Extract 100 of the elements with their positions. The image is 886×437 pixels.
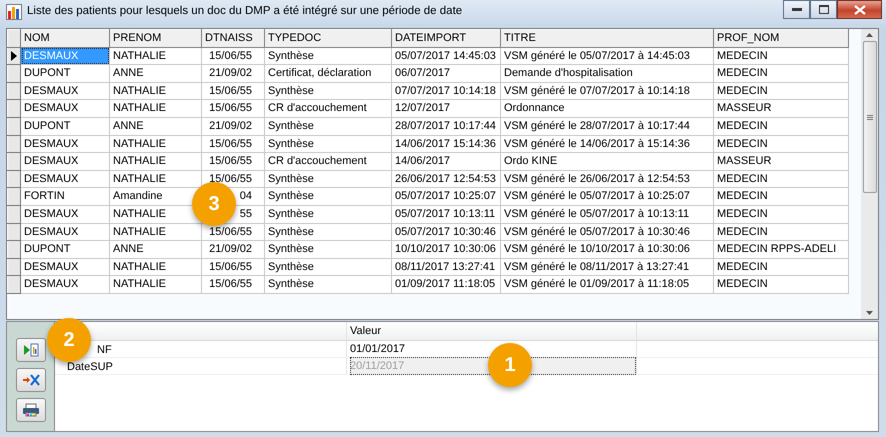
table-cell: MEDECIN bbox=[714, 276, 848, 294]
print-button[interactable] bbox=[16, 398, 46, 422]
window-title: Liste des patients pour lesquels un doc du DMP a été intégré sur une période de date bbox=[27, 4, 462, 20]
scroll-down-icon[interactable] bbox=[866, 311, 873, 315]
table-cell: VSM généré le 08/11/2017 à 13:27:41 bbox=[500, 258, 714, 276]
table-cell: Ordo KINE bbox=[500, 152, 714, 170]
table-cell: 05/07/2017 10:13:11 bbox=[392, 205, 500, 224]
table-cell: Ordonnance bbox=[500, 100, 714, 118]
column-header[interactable]: DTNAISS bbox=[202, 30, 264, 48]
table-cell: MASSEUR bbox=[714, 100, 848, 118]
table-cell: 07/07/2017 10:14:18 bbox=[392, 82, 500, 100]
table-cell: Demande d'hospitalisation bbox=[500, 64, 714, 82]
table-cell: DESMAUX bbox=[20, 258, 110, 276]
table-cell: MEDECIN bbox=[714, 223, 848, 241]
column-header[interactable]: DATEIMPORT bbox=[392, 30, 500, 48]
table-cell: MEDECIN bbox=[714, 64, 848, 82]
table-cell: MEDECIN RPPS-ADELI bbox=[714, 240, 848, 258]
table-cell: 15/06/55 bbox=[202, 47, 264, 65]
parameter-label: NF bbox=[96, 344, 112, 356]
table-cell: CR d'accouchement bbox=[264, 152, 392, 170]
table-cell: ANNE bbox=[110, 240, 202, 258]
table-cell: DUPONT bbox=[20, 117, 110, 136]
table-cell: MASSEUR bbox=[714, 152, 848, 170]
table-cell: MEDECIN bbox=[714, 258, 848, 276]
column-header[interactable]: PROF_NOM bbox=[714, 30, 848, 48]
table-cell: NATHALIE bbox=[110, 152, 202, 170]
table-cell: DESMAUX bbox=[20, 223, 110, 241]
table-cell: 06/07/2017 bbox=[392, 64, 500, 82]
table-cell: Synthèse bbox=[264, 205, 392, 224]
table-cell: 15/06/55 bbox=[202, 152, 264, 170]
table-cell: Synthèse bbox=[264, 223, 392, 241]
close-button[interactable] bbox=[837, 0, 882, 19]
table-cell: DESMAUX bbox=[20, 47, 110, 65]
table-cell: Synthèse bbox=[264, 240, 392, 258]
table-cell: DUPONT bbox=[20, 64, 110, 82]
app-icon bbox=[6, 4, 22, 20]
table-cell: FORTIN bbox=[20, 188, 110, 206]
table-cell: 21/09/02 bbox=[202, 117, 264, 136]
column-header[interactable]: TYPEDOC bbox=[264, 30, 392, 48]
table-cell: Synthèse bbox=[264, 188, 392, 206]
table-cell: NATHALIE bbox=[110, 100, 202, 118]
table-cell: 21/09/02 bbox=[202, 240, 264, 258]
value-field[interactable]: 01/01/2017 bbox=[350, 340, 406, 358]
table-cell: 15/06/55 bbox=[202, 135, 264, 153]
table-cell: 15/06/55 bbox=[202, 258, 264, 276]
table-cell: NATHALIE bbox=[110, 258, 202, 276]
arrow-cross-icon bbox=[22, 373, 40, 387]
table-cell: 15/06/55 bbox=[202, 100, 264, 118]
table-cell: DESMAUX bbox=[20, 100, 110, 118]
table-cell: 05/07/2017 10:25:07 bbox=[392, 188, 500, 206]
table-cell: MEDECIN bbox=[714, 47, 848, 65]
table-cell: DESMAUX bbox=[20, 276, 110, 294]
table-cell: VSM généré le 26/06/2017 à 12:54:53 bbox=[500, 170, 714, 188]
table-cell: VSM généré le 05/07/2017 à 10:30:46 bbox=[500, 223, 714, 241]
scroll-up-icon[interactable] bbox=[866, 33, 873, 37]
table-cell: Synthèse bbox=[264, 117, 392, 136]
minimize-button[interactable] bbox=[783, 0, 810, 19]
table-cell: NATHALIE bbox=[110, 276, 202, 294]
table-cell: MEDECIN bbox=[714, 135, 848, 153]
close-icon bbox=[854, 4, 866, 14]
table-cell: 12/07/2017 bbox=[392, 100, 500, 118]
table-cell: 15/06/55 bbox=[202, 223, 264, 241]
table-cell: NATHALIE bbox=[110, 47, 202, 65]
run-button[interactable] bbox=[16, 338, 46, 362]
column-header[interactable]: TITRE bbox=[500, 30, 714, 48]
table-cell: 26/06/2017 12:54:53 bbox=[392, 170, 500, 188]
table-cell: 14/06/2017 15:14:36 bbox=[392, 135, 500, 153]
table-cell: 28/07/2017 10:17:44 bbox=[392, 117, 500, 136]
column-header[interactable]: NOM bbox=[20, 30, 110, 48]
row-selector[interactable] bbox=[8, 47, 20, 65]
table-cell: CR d'accouchement bbox=[264, 100, 392, 118]
table-cell: 05/07/2017 14:45:03 bbox=[392, 47, 500, 65]
table-cell: 01/09/2017 11:18:05 bbox=[392, 276, 500, 294]
current-row-icon bbox=[11, 50, 17, 61]
clear-button[interactable] bbox=[16, 368, 46, 392]
maximize-button[interactable] bbox=[810, 0, 837, 19]
play-chart-icon bbox=[22, 343, 38, 357]
table-cell: DESMAUX bbox=[20, 205, 110, 224]
table-cell: DESMAUX bbox=[20, 82, 110, 100]
table-cell: VSM généré le 14/06/2017 à 15:14:36 bbox=[500, 135, 714, 153]
table-cell: DESMAUX bbox=[20, 135, 110, 153]
table-cell: Synthèse bbox=[264, 170, 392, 188]
table-cell: Synthèse bbox=[264, 258, 392, 276]
table-cell: DESMAUX bbox=[20, 152, 110, 170]
table-cell: NATHALIE bbox=[110, 82, 202, 100]
scrollbar-thumb[interactable] bbox=[862, 41, 876, 193]
table-cell: VSM généré le 01/09/2017 à 11:18:05 bbox=[500, 276, 714, 294]
table-cell: 15/06/55 bbox=[202, 82, 264, 100]
table-cell: NATHALIE bbox=[110, 135, 202, 153]
table-cell: 15/06/55 bbox=[202, 276, 264, 294]
printer-icon bbox=[22, 403, 40, 417]
table-cell: MEDECIN bbox=[714, 170, 848, 188]
table-cell: 08/11/2017 13:27:41 bbox=[392, 258, 500, 276]
parameter-label: DateSUP bbox=[67, 361, 113, 373]
table-cell: VSM généré le 10/10/2017 à 10:30:06 bbox=[500, 240, 714, 258]
column-header: Valeur bbox=[350, 325, 381, 337]
column-header[interactable]: PRENOM bbox=[110, 30, 202, 48]
table-cell: Synthèse bbox=[264, 47, 392, 65]
table-cell: VSM généré le 28/07/2017 à 10:17:44 bbox=[500, 117, 714, 136]
table-cell: Synthèse bbox=[264, 135, 392, 153]
